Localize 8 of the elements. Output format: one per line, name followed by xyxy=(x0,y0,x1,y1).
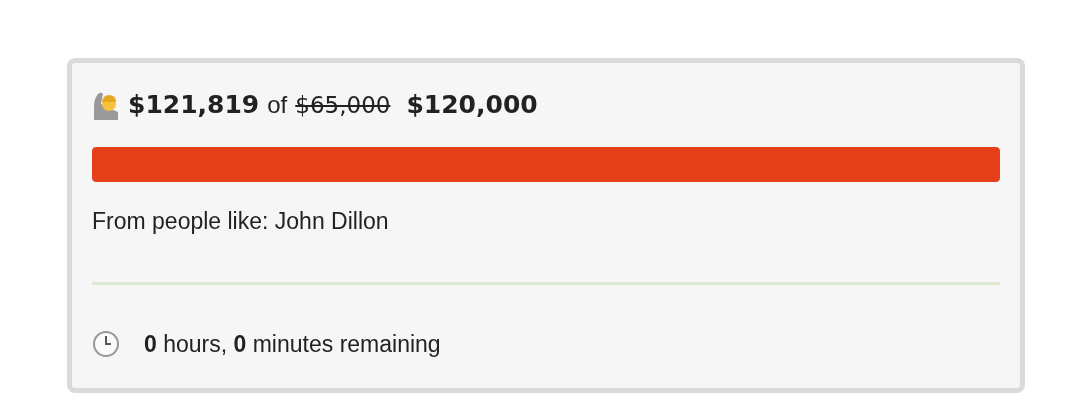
clock-icon xyxy=(92,330,120,358)
original-goal: $65,000 xyxy=(295,91,391,120)
time-remaining: 0 hours, 0 minutes remaining xyxy=(144,330,441,359)
amount-raised: $121,819 xyxy=(128,89,260,121)
goal-amount: $120,000 xyxy=(406,89,538,121)
person-raising-hand-icon xyxy=(92,90,120,120)
of-label: of xyxy=(267,90,288,120)
supporters-text: From people like: John Dillon xyxy=(92,207,390,236)
